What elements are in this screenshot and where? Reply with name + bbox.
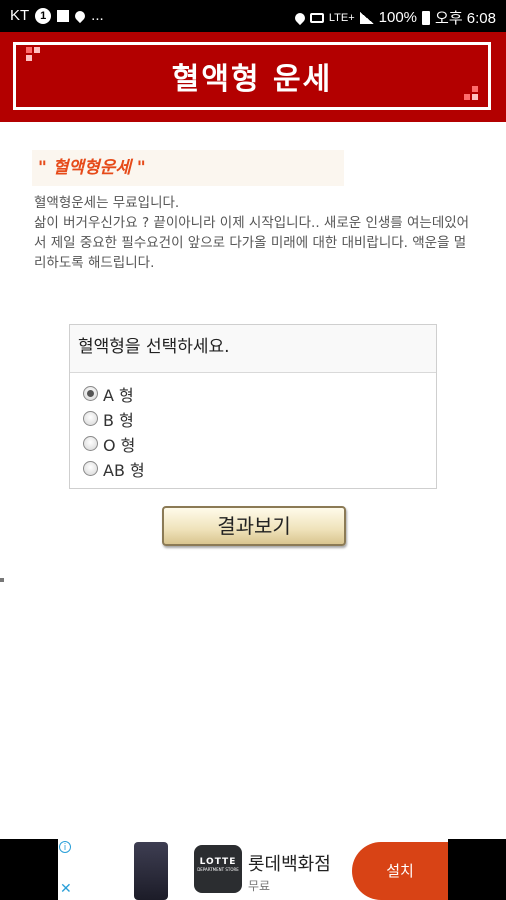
wifi-icon <box>309 12 324 23</box>
battery-icon <box>422 10 431 25</box>
option-label: AB 형 <box>103 460 145 480</box>
decor-square <box>26 47 32 53</box>
option-label: B 형 <box>103 410 134 430</box>
option-a[interactable]: A 형 <box>70 381 436 406</box>
message-icon <box>57 9 70 22</box>
app-header: 혈액형 운세 <box>0 32 506 122</box>
signal-icon <box>359 11 374 24</box>
decor-square <box>464 94 470 100</box>
shield-icon <box>73 8 88 23</box>
ad-price: 무료 <box>248 879 271 893</box>
page-mark <box>0 578 4 582</box>
blood-type-form: 혈액형을 선택하세요. A 형 B 형 O 형 AB 형 <box>69 324 437 489</box>
view-result-button[interactable]: 결과보기 <box>162 506 346 546</box>
ad-phone-image <box>134 842 168 900</box>
radio-button[interactable] <box>83 436 98 451</box>
form-prompt: 혈액형을 선택하세요. <box>70 325 436 373</box>
decor-square <box>472 86 478 92</box>
clock: 오후 6:08 <box>435 10 496 27</box>
option-o[interactable]: O 형 <box>70 431 436 456</box>
carrier-label: KT <box>10 7 30 24</box>
intro-line: 혈액형운세는 무료입니다. <box>34 195 180 211</box>
option-ab[interactable]: AB 형 <box>70 456 436 481</box>
option-label: A 형 <box>103 385 134 405</box>
status-bar: KT 1 ... LTE+ 100% 오후 6:08 <box>0 0 506 32</box>
overflow-indicator: ... <box>91 7 104 24</box>
option-b[interactable]: B 형 <box>70 406 436 431</box>
decor-square <box>34 47 40 53</box>
battery-percent: 100% <box>378 9 418 26</box>
header-frame: 혈액형 운세 <box>13 42 491 110</box>
ad-info-icon[interactable]: i <box>59 841 71 853</box>
location-icon <box>292 10 307 25</box>
install-button[interactable]: 설치 <box>352 842 448 900</box>
ad-app-name[interactable]: 롯데백화점 <box>248 850 331 876</box>
ad-content[interactable]: i ✕ LOTTE DEPARTMENT STORE 롯데백화점 무료 설치 <box>58 839 448 900</box>
decor-square <box>472 94 478 100</box>
decor-square <box>26 55 32 61</box>
option-label: O 형 <box>103 435 136 455</box>
radio-button[interactable] <box>83 386 98 401</box>
radio-button[interactable] <box>83 411 98 426</box>
intro-text: 혈액형운세는 무료입니다. 삶이 버거우신가요 ? 끝이아니라 이제 시작입니다… <box>34 193 474 273</box>
page-title: 혈액형 운세 <box>171 62 333 97</box>
network-label: LTE+ <box>328 11 355 24</box>
notification-count-badge: 1 <box>35 7 52 24</box>
radio-button[interactable] <box>83 461 98 476</box>
intro-title: " 혈액형운세 " <box>32 150 344 186</box>
ad-banner[interactable]: i ✕ LOTTE DEPARTMENT STORE 롯데백화점 무료 설치 <box>0 839 506 900</box>
lotte-logo-icon: LOTTE DEPARTMENT STORE <box>194 845 242 893</box>
intro-line: 삶이 버거우신가요 ? 끝이아니라 이제 시작입니다.. 새로운 인생를 여는데… <box>34 215 470 271</box>
ad-close-icon[interactable]: ✕ <box>60 881 72 897</box>
blood-type-options: A 형 B 형 O 형 AB 형 <box>70 373 436 481</box>
